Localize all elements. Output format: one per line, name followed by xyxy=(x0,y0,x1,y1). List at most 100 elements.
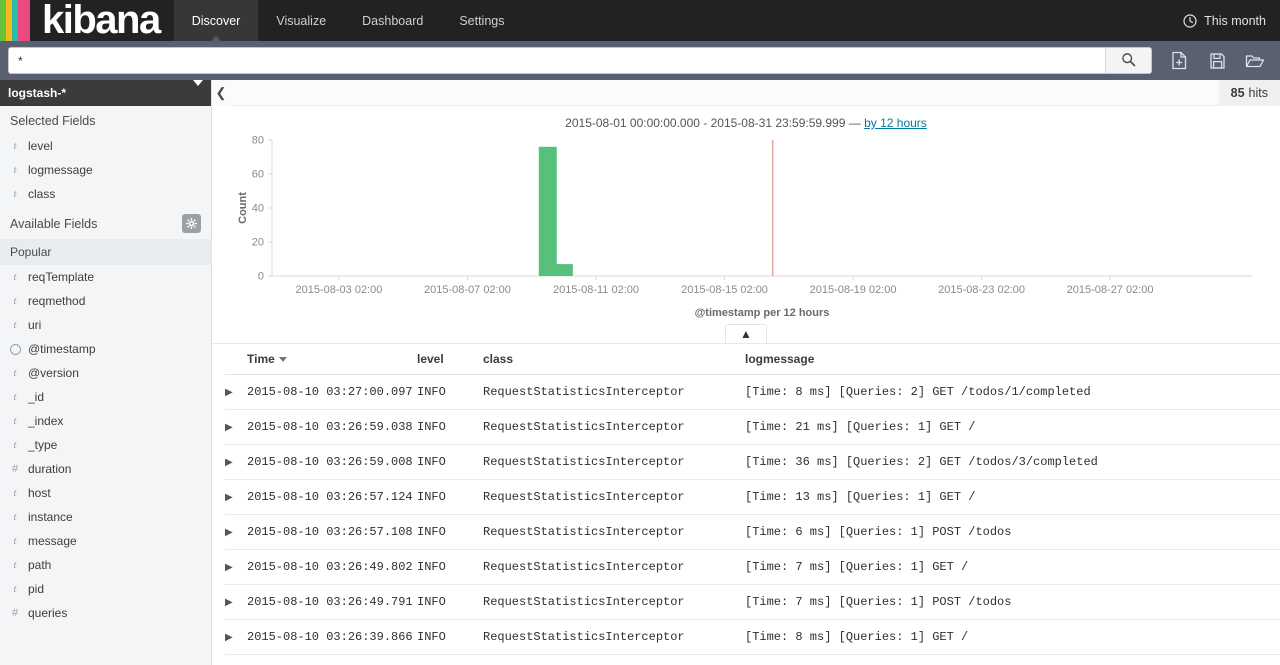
expand-row-icon[interactable]: ▶ xyxy=(225,444,247,480)
histogram-chart[interactable]: 0 20 40 60 80 Count 2015-08-03 02:00 2015-08-07… xyxy=(232,132,1260,322)
th-class[interactable]: class xyxy=(483,344,745,375)
nav-item-settings[interactable]: Settings xyxy=(441,0,522,41)
save-search-icon[interactable] xyxy=(1200,47,1234,75)
nav-item-discover[interactable]: Discover xyxy=(173,0,259,42)
available-fields-heading: Available Fields xyxy=(0,206,211,239)
cell-class: RequestStatisticsInterceptor xyxy=(483,409,745,445)
expand-row-icon[interactable]: ▶ xyxy=(225,409,247,445)
expand-row-icon[interactable]: ▶ xyxy=(225,374,247,410)
available-field-queries[interactable]: # queries xyxy=(0,601,211,625)
gear-icon[interactable] xyxy=(182,214,201,233)
field-type-icon: t xyxy=(13,188,17,200)
available-field-host[interactable]: t host xyxy=(0,481,211,505)
field-type-icon: t xyxy=(13,319,17,331)
th-logmessage[interactable]: logmessage xyxy=(745,344,1280,375)
table-row[interactable]: ▶ 2015-08-10 03:26:59.008 INFO RequestStati… xyxy=(225,444,1280,480)
chevron-up-icon[interactable]: ▲ xyxy=(725,324,767,343)
cell-level: INFO xyxy=(417,444,483,480)
chart-interval-link[interactable]: by 12 hours xyxy=(864,116,927,130)
table-row[interactable]: ▶ 2015-08-10 03:26:49.802 INFO RequestStati… xyxy=(225,549,1280,585)
cell-level: INFO xyxy=(417,549,483,585)
open-search-icon[interactable] xyxy=(1238,47,1272,75)
nav-item-visualize[interactable]: Visualize xyxy=(258,0,344,41)
th-level[interactable]: level xyxy=(417,344,483,375)
field-name: level xyxy=(28,139,53,153)
available-field-_index[interactable]: t _index xyxy=(0,409,211,433)
svg-text:20: 20 xyxy=(252,237,264,249)
expand-row-icon[interactable]: ▶ xyxy=(225,584,247,620)
available-field-duration[interactable]: # duration xyxy=(0,457,211,481)
query-bar xyxy=(0,41,1280,80)
index-pattern-label: logstash-* xyxy=(8,86,67,100)
field-name: _id xyxy=(28,390,45,404)
documents-table-wrapper: Time level class logmessage ▶ 2015-08-10 … xyxy=(212,344,1280,665)
cell-level: INFO xyxy=(417,409,483,445)
selected-field-logmessage[interactable]: t logmessage xyxy=(0,158,211,182)
available-field-pid[interactable]: t pid xyxy=(0,577,211,601)
selected-field-class[interactable]: t class xyxy=(0,182,211,206)
cell-time: 2015-08-10 03:26:57.124 xyxy=(247,479,417,515)
available-field-_type[interactable]: t _type xyxy=(0,433,211,457)
selected-field-level[interactable]: t level xyxy=(0,134,211,158)
sidebar: logstash-* Selected Fields t level t logmes… xyxy=(0,80,212,665)
search-input[interactable] xyxy=(9,48,1105,73)
expand-row-icon[interactable]: ▶ xyxy=(225,619,247,655)
table-row[interactable]: ▶ 2015-08-10 03:27:00.097 INFO RequestStati… xyxy=(225,374,1280,410)
popular-fields-heading: Popular xyxy=(0,239,211,265)
table-row[interactable]: ▶ 2015-08-10 03:26:59.038 INFO RequestStati… xyxy=(225,409,1280,445)
hits-count: 85 xyxy=(1230,85,1245,100)
field-type-icon: t xyxy=(13,295,17,307)
body: logstash-* Selected Fields t level t logmes… xyxy=(0,80,1280,665)
nav-item-dashboard[interactable]: Dashboard xyxy=(344,0,441,41)
new-search-icon[interactable] xyxy=(1162,47,1196,75)
available-fields-label: Available Fields xyxy=(10,216,98,231)
field-type-icon: t xyxy=(13,140,17,152)
th-time-label: Time xyxy=(247,352,275,366)
popular-field-reqmethod[interactable]: t reqmethod xyxy=(0,289,211,313)
expand-row-icon[interactable]: ▶ xyxy=(225,654,247,665)
available-field-@timestamp[interactable]: @timestamp xyxy=(0,337,211,361)
table-row[interactable]: ▶ 2015-08-10 03:26:57.124 INFO RequestStati… xyxy=(225,479,1280,515)
main-topbar: ❮ 85 hits xyxy=(212,80,1280,106)
cell-level: INFO xyxy=(417,584,483,620)
popular-field-reqTemplate[interactable]: t reqTemplate xyxy=(0,265,211,289)
search-button[interactable] xyxy=(1105,48,1151,73)
field-type-icon: t xyxy=(13,487,17,499)
cell-class: RequestStatisticsInterceptor xyxy=(483,479,745,515)
field-name: reqTemplate xyxy=(28,270,95,284)
selected-fields-heading: Selected Fields xyxy=(0,106,211,134)
field-name: queries xyxy=(28,606,68,620)
available-field-_id[interactable]: t _id xyxy=(0,385,211,409)
field-type-icon: t xyxy=(13,511,17,523)
field-name: host xyxy=(28,486,51,500)
selected-fields-label: Selected Fields xyxy=(10,114,96,128)
available-field-path[interactable]: t path xyxy=(0,553,211,577)
chevron-down-icon xyxy=(193,80,203,100)
index-pattern-selector[interactable]: logstash-* xyxy=(0,80,211,106)
kibana-logo: kibana xyxy=(0,0,174,41)
svg-text:2015-08-07 02:00: 2015-08-07 02:00 xyxy=(424,284,511,296)
chevron-left-icon[interactable]: ❮ xyxy=(212,80,230,106)
sort-desc-icon[interactable] xyxy=(278,357,287,363)
popular-field-uri[interactable]: t uri xyxy=(0,313,211,337)
search-group xyxy=(8,47,1152,74)
table-row[interactable]: ▶ 2015-08-10 03:26:49.791 INFO RequestStati… xyxy=(225,584,1280,620)
table-row[interactable]: ▶ 2015-08-10 03:26:57.108 INFO RequestStati… xyxy=(225,514,1280,550)
available-field-message[interactable]: t message xyxy=(0,529,211,553)
expand-row-icon[interactable]: ▶ xyxy=(225,479,247,515)
available-field-@version[interactable]: t @version xyxy=(0,361,211,385)
available-field-instance[interactable]: t instance xyxy=(0,505,211,529)
query-bar-actions xyxy=(1152,47,1272,75)
th-time[interactable]: Time xyxy=(247,344,417,375)
expand-row-icon[interactable]: ▶ xyxy=(225,549,247,585)
th-toggle xyxy=(225,344,247,375)
time-picker-button[interactable]: This month xyxy=(1183,0,1280,41)
logo-text: kibana xyxy=(42,0,161,42)
time-picker-label: This month xyxy=(1204,13,1266,28)
expand-row-icon[interactable]: ▶ xyxy=(225,514,247,550)
svg-text:0: 0 xyxy=(258,271,264,283)
table-row[interactable]: ▶ 2015-08-10 03:26:39.866 INFO RequestStati… xyxy=(225,619,1280,655)
svg-text:2015-08-15 02:00: 2015-08-15 02:00 xyxy=(681,284,768,296)
field-name: duration xyxy=(28,462,72,476)
table-row[interactable]: ▶2015-08-09 21:03:38.600INFORequestStati… xyxy=(225,654,1280,665)
